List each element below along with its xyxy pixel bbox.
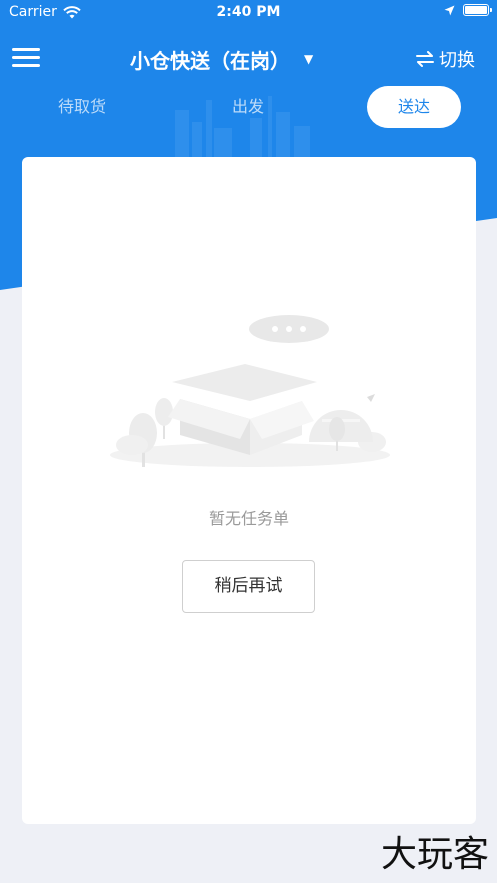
empty-box-illustration bbox=[110, 315, 390, 467]
switch-button[interactable]: 切换 bbox=[415, 46, 475, 72]
location-arrow-icon bbox=[444, 5, 455, 15]
nav-title: 小仓快送（在岗） bbox=[130, 48, 290, 73]
menu-button[interactable] bbox=[12, 48, 40, 68]
empty-state-message: 暂无任务单 bbox=[208, 509, 289, 528]
caret-down-icon: ▼ bbox=[304, 52, 314, 66]
retry-later-button[interactable]: 稍后再试 bbox=[182, 560, 315, 613]
battery-icon bbox=[463, 4, 492, 16]
status-time: 2:40 PM bbox=[216, 4, 281, 20]
switch-label: 切换 bbox=[439, 50, 475, 71]
status-selector[interactable]: 小仓快送（在岗） ▼ bbox=[130, 44, 313, 74]
watermark-logo: 大玩客 bbox=[380, 834, 489, 875]
tab-delivered[interactable]: 送达 bbox=[367, 86, 461, 128]
tab-depart[interactable]: 出发 bbox=[208, 86, 288, 128]
tab-bar: 待取货 出发 送达 bbox=[0, 86, 497, 128]
swap-arrows-icon bbox=[416, 51, 434, 67]
status-bar: Carrier 2:40 PM bbox=[0, 0, 497, 26]
status-right bbox=[444, 4, 492, 16]
task-list-card: 暂无任务单 稍后再试 bbox=[22, 157, 476, 824]
tab-pending-pickup[interactable]: 待取货 bbox=[42, 86, 122, 128]
nav-bar: 小仓快送（在岗） ▼ 切换 bbox=[0, 34, 497, 84]
